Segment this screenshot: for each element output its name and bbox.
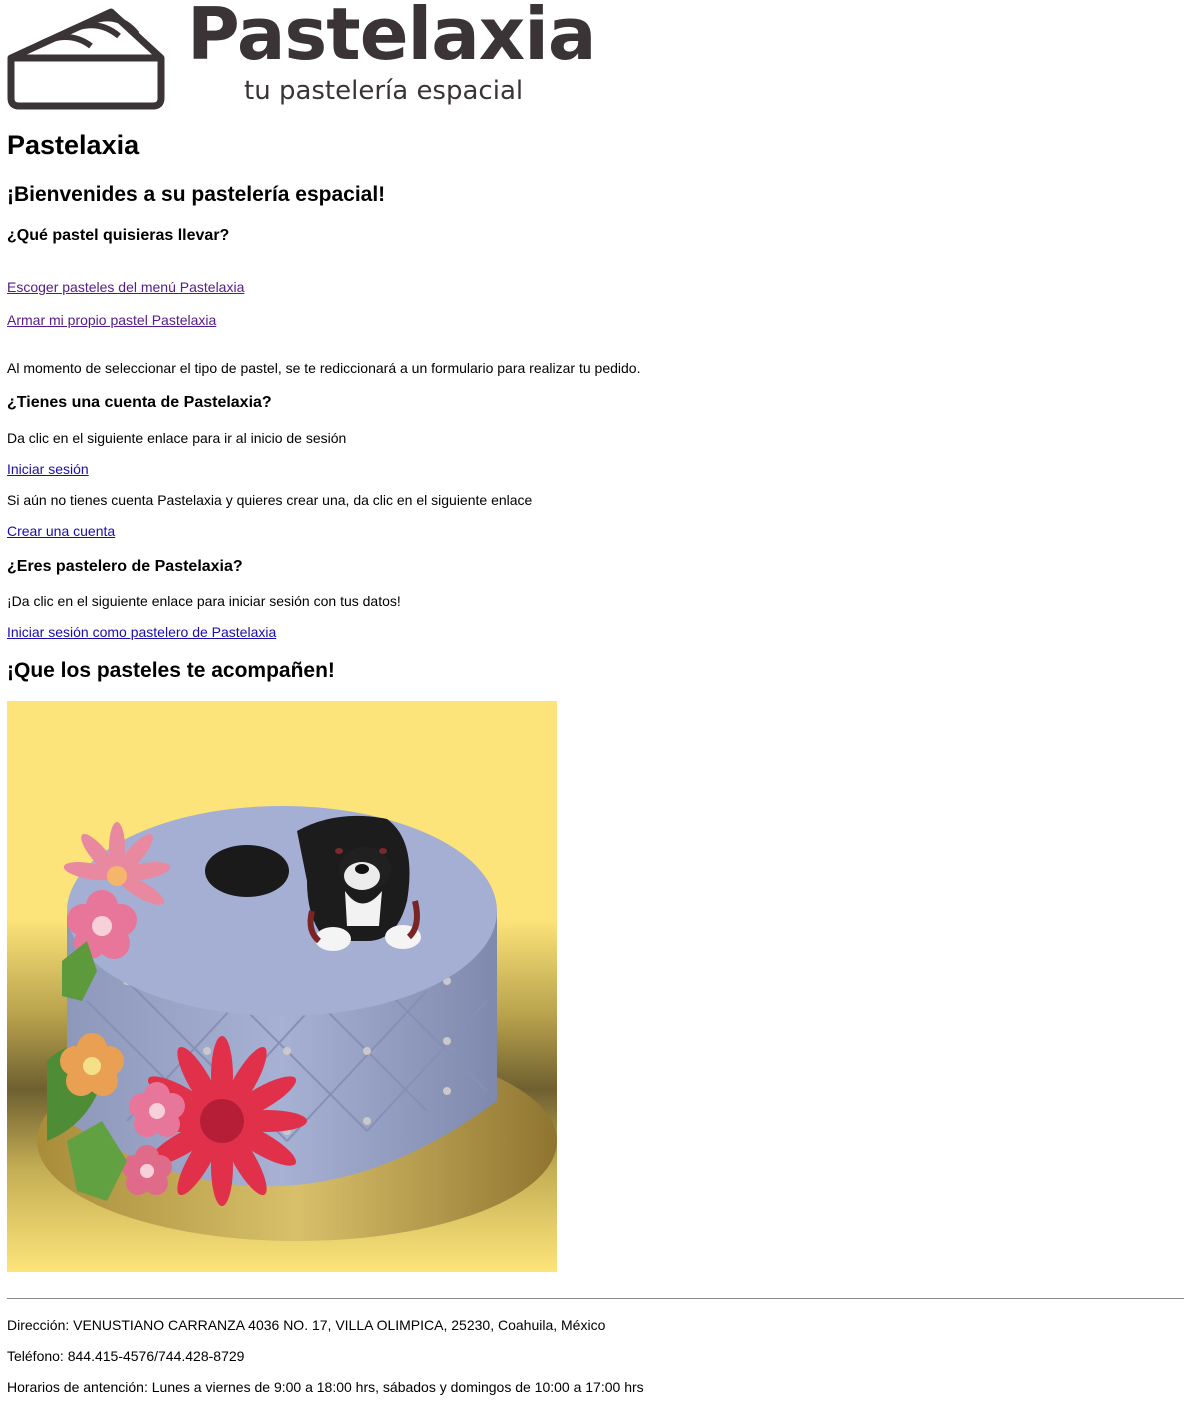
- order-question: ¿Qué pastel quisieras llevar?: [7, 227, 230, 244]
- order-note: Al momento de seleccionar el tipo de pas…: [7, 360, 641, 376]
- create-account-link[interactable]: Crear una cuenta: [7, 523, 115, 540]
- site-logo: Pastelaxia tu pastelería espacial: [7, 0, 597, 110]
- menu-cakes-link[interactable]: Escoger pasteles del menú Pastelaxia: [7, 279, 244, 296]
- footer-phone: Teléfono: 844.415-4576/744.428-8729: [7, 1348, 245, 1364]
- baker-question: ¿Eres pastelero de Pastelaxia?: [7, 558, 243, 575]
- custom-cake-link[interactable]: Armar mi propio pastel Pastelaxia: [7, 312, 216, 329]
- account-question: ¿Tienes una cuenta de Pastelaxia?: [7, 394, 272, 411]
- baker-instructions: ¡Da clic en el siguiente enlace para ini…: [7, 593, 401, 609]
- cake-slice-icon: [7, 8, 165, 110]
- logo-wordmark: Pastelaxia: [187, 0, 596, 76]
- logo-tagline: tu pastelería espacial: [244, 76, 524, 106]
- baker-login-link[interactable]: Iniciar sesión como pastelero de Pastela…: [7, 624, 276, 641]
- signup-instructions: Si aún no tienes cuenta Pastelaxia y qui…: [7, 492, 533, 508]
- footer-hours: Horarios de antención: Lunes a viernes d…: [7, 1379, 644, 1395]
- cake-photo: [7, 701, 557, 1272]
- closing-heading: ¡Que los pasteles te acompañen!: [7, 659, 335, 682]
- footer-address: Dirección: VENUSTIANO CARRANZA 4036 NO. …: [7, 1317, 606, 1333]
- page-title: Pastelaxia: [7, 130, 140, 160]
- login-instructions: Da clic en el siguiente enlace para ir a…: [7, 430, 347, 446]
- login-link[interactable]: Iniciar sesión: [7, 461, 89, 478]
- footer-divider: [7, 1298, 1184, 1299]
- welcome-heading: ¡Bienvenides a su pastelería espacial!: [7, 183, 386, 206]
